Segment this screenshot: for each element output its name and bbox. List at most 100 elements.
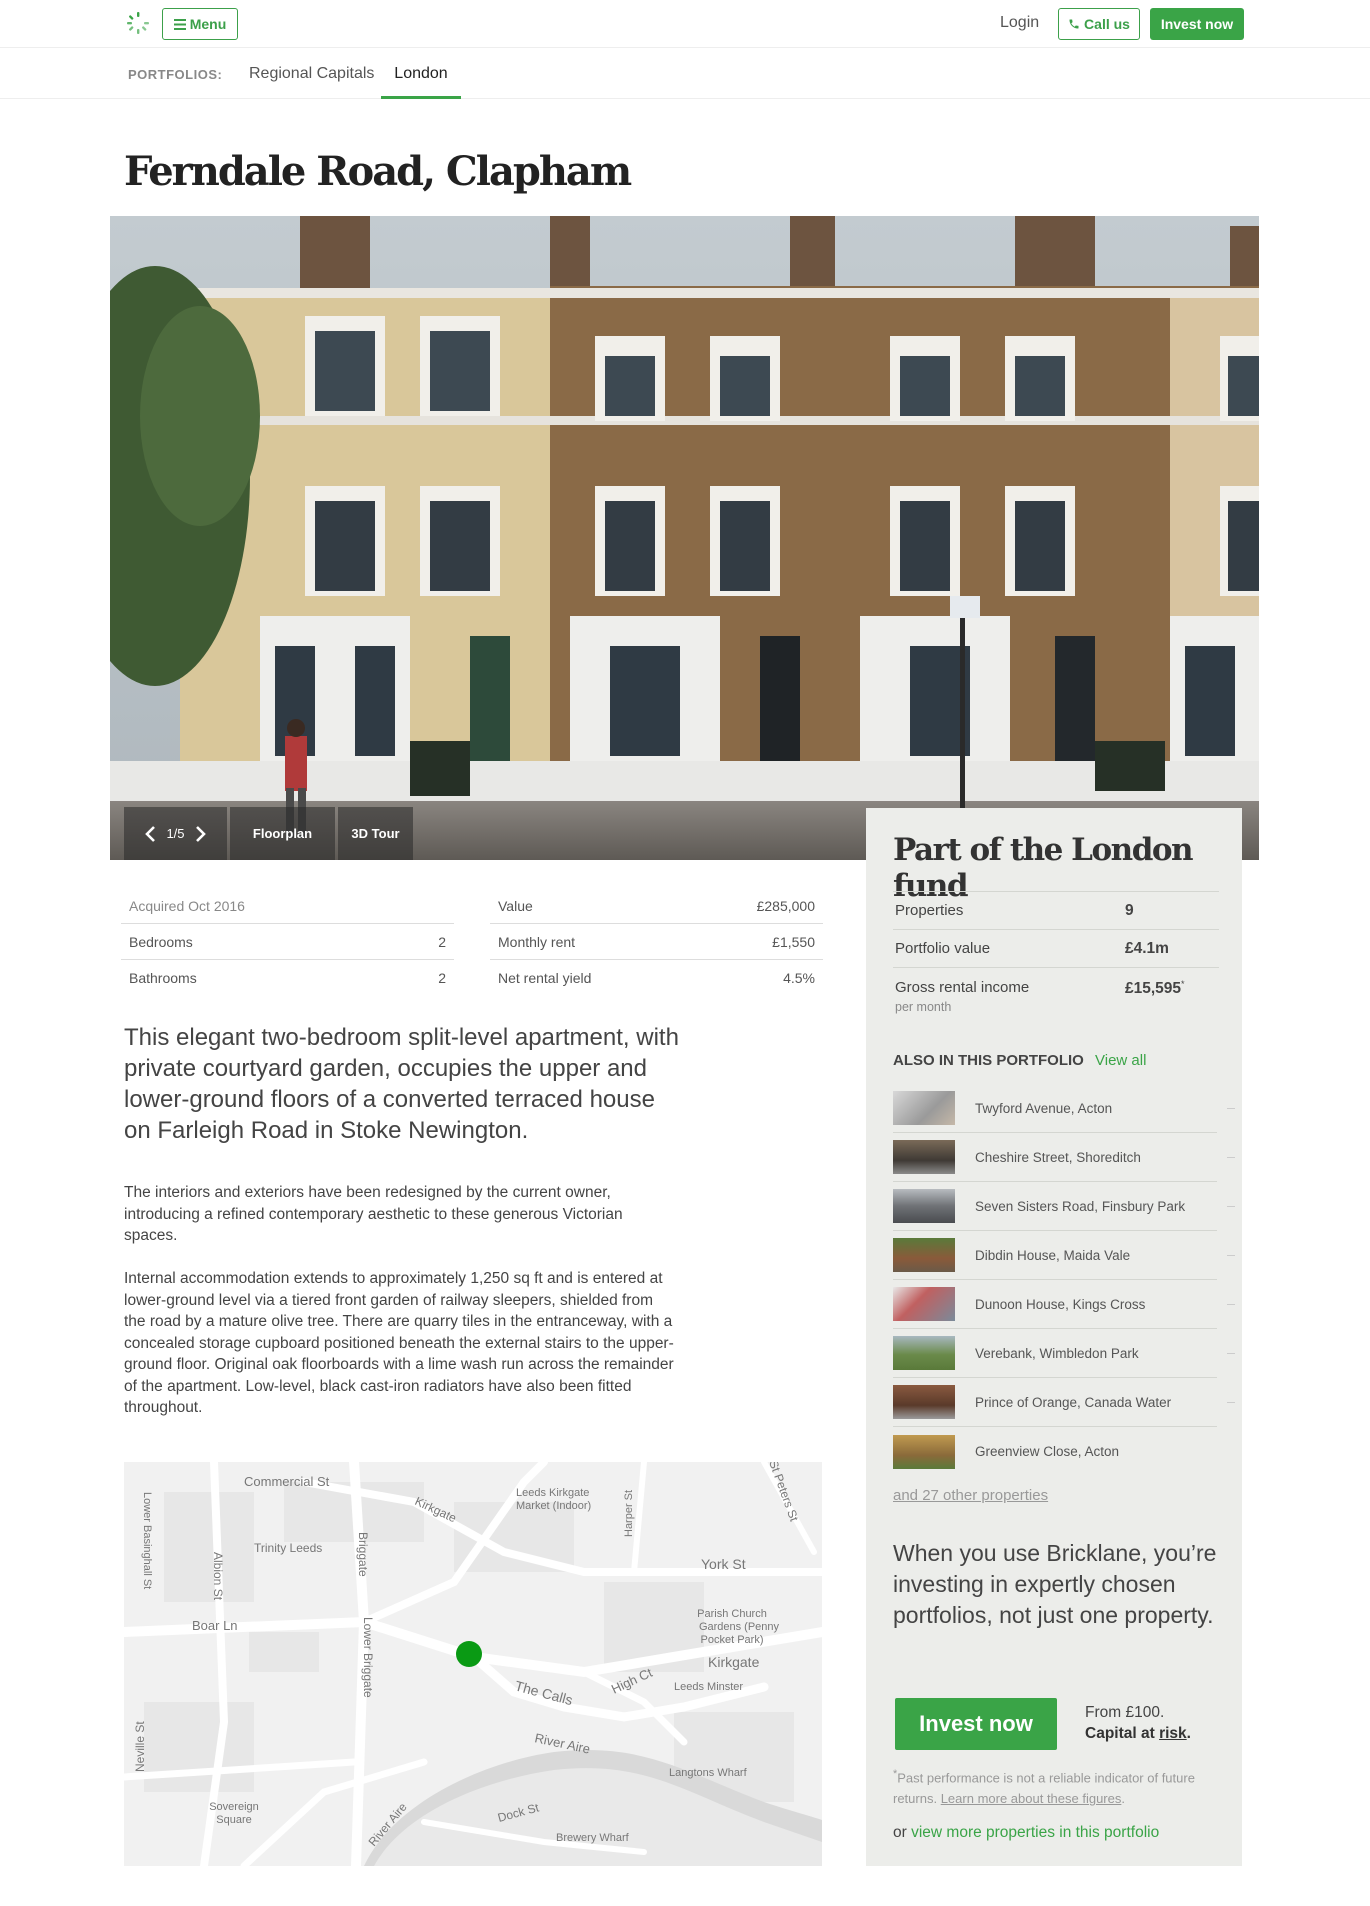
tab-london[interactable]: London xyxy=(381,65,461,99)
income-footnote-mark: * xyxy=(1181,979,1185,989)
properties-label: Properties xyxy=(895,902,964,919)
portfolio-value: £4.1m xyxy=(1125,939,1169,957)
income-sublabel: per month xyxy=(895,1000,952,1014)
svg-text:Leeds Minster: Leeds Minster xyxy=(674,1681,743,1693)
learn-more-link[interactable]: Learn more about these figures xyxy=(941,1791,1122,1806)
property-name: Verebank, Wimbledon Park xyxy=(975,1345,1139,1361)
value-label: Value xyxy=(498,897,533,914)
view-more-line: or view more properties in this portfoli… xyxy=(893,1824,1160,1841)
list-item[interactable]: Seven Sisters Road, Finsbury Park xyxy=(893,1182,1235,1231)
svg-text:Kirkgate: Kirkgate xyxy=(708,1654,760,1670)
bathrooms-label: Bathrooms xyxy=(129,970,197,986)
property-name: Greenview Close, Acton xyxy=(975,1444,1120,1459)
also-in-portfolio-heading: ALSO IN THIS PORTFOLIO xyxy=(893,1052,1084,1069)
pitch-text: When you use Bricklane, you’re investing… xyxy=(893,1540,1217,1628)
property-thumbnail xyxy=(893,1385,955,1419)
property-name: Prince of Orange, Canada Water xyxy=(975,1394,1172,1410)
list-item[interactable]: Greenview Close, Acton xyxy=(893,1427,1217,1476)
rent-label: Monthly rent xyxy=(498,933,576,950)
property-name: Dibdin House, Maida Vale xyxy=(975,1247,1131,1263)
fund-sidebar: Part of the London fund Properties 9 Port… xyxy=(866,808,1242,1866)
invest-now-button[interactable]: Invest now xyxy=(895,1698,1057,1750)
list-item[interactable]: Dibdin House, Maida Vale xyxy=(893,1231,1235,1280)
view-more-properties-link[interactable]: view more properties in this portfolio xyxy=(911,1824,1159,1841)
property-thumbnail xyxy=(893,1287,955,1321)
svg-text:Harper St: Harper St xyxy=(623,1490,635,1537)
svg-text:Langtons Wharf: Langtons Wharf xyxy=(669,1767,748,1779)
property-thumbnail xyxy=(893,1189,955,1223)
3d-tour-button[interactable]: 3D Tour xyxy=(338,807,413,860)
map-label: Commercial St xyxy=(244,1474,330,1489)
svg-text:Leeds Kirkgate: Leeds Kirkgate xyxy=(516,1487,589,1499)
risk-link[interactable]: risk xyxy=(1159,1725,1187,1742)
tab-regional-capitals[interactable]: Regional Capitals xyxy=(249,65,374,83)
gallery-controls: 1/5 Floorplan 3D Tour xyxy=(124,807,416,860)
property-thumbnail xyxy=(893,1140,955,1174)
svg-text:Trinity Leeds: Trinity Leeds xyxy=(254,1541,322,1555)
disclaimer: *Past performance is not a reliable indi… xyxy=(893,1768,1195,1807)
property-name: Cheshire Street, Shoreditch xyxy=(975,1149,1141,1165)
view-all-link[interactable]: View all xyxy=(1095,1052,1146,1069)
acquired-date: Acquired Oct 2016 xyxy=(129,897,245,914)
property-name: Dunoon House, Kings Cross xyxy=(975,1296,1146,1312)
portfolio-value-label: Portfolio value xyxy=(895,940,991,957)
svg-text:Square: Square xyxy=(216,1814,251,1826)
floorplan-button[interactable]: Floorplan xyxy=(230,807,335,860)
list-item[interactable]: Twyford Avenue, Acton xyxy=(893,1084,1235,1133)
property-lead-text: This elegant two-bedroom split-level apa… xyxy=(124,1024,679,1144)
top-navbar: Menu Login Call us Invest now xyxy=(0,0,1370,48)
property-thumbnail xyxy=(893,1238,955,1272)
gallery-counter: 1/5 xyxy=(166,826,185,841)
svg-text:York St: York St xyxy=(701,1556,746,1572)
rent-amount: £1,550 xyxy=(772,933,815,950)
list-item[interactable]: Verebank, Wimbledon Park xyxy=(893,1329,1235,1378)
location-map[interactable]: Commercial St Kirkgate Leeds Kirkgate Ma… xyxy=(124,1462,822,1866)
list-item[interactable]: Cheshire Street, Shoreditch xyxy=(893,1133,1235,1182)
bedrooms-label: Bedrooms xyxy=(129,933,193,950)
phone-icon xyxy=(1069,19,1079,29)
property-facts-left: Acquired Oct 2016 Bedrooms 2 Bathrooms 2 xyxy=(121,888,454,996)
svg-text:Albion St: Albion St xyxy=(211,1552,225,1601)
property-name: Twyford Avenue, Acton xyxy=(975,1100,1113,1116)
minimum-investment: From £100. Capital at risk. xyxy=(1085,1704,1191,1742)
capital-at-risk-text: Capital at xyxy=(1085,1725,1160,1742)
svg-text:Market (Indoor): Market (Indoor) xyxy=(516,1500,591,1512)
property-description-2: Internal accommodation extends to approx… xyxy=(124,1270,674,1416)
menu-icon xyxy=(173,18,186,30)
svg-text:Lower Basinghall St: Lower Basinghall St xyxy=(141,1492,153,1589)
property-thumbnail xyxy=(893,1091,955,1125)
menu-button[interactable]: Menu xyxy=(162,8,238,40)
portfolio-subnav: PORTFOLIOS: Regional Capitals London xyxy=(0,49,1370,99)
other-properties-link[interactable]: and 27 other properties xyxy=(893,1487,1048,1504)
yield-label: Net rental yield xyxy=(498,970,592,986)
yield-value: 4.5% xyxy=(783,970,815,986)
login-link[interactable]: Login xyxy=(1000,14,1039,32)
map-marker-icon[interactable] xyxy=(456,1641,482,1667)
from-amount: From £100. xyxy=(1085,1704,1165,1721)
bedrooms-value: 2 xyxy=(438,933,446,950)
income-label: Gross rental income xyxy=(895,979,1030,996)
list-item[interactable]: Prince of Orange, Canada Water xyxy=(893,1378,1235,1427)
svg-text:Pocket Park): Pocket Park) xyxy=(701,1634,764,1646)
property-description-1: The interiors and exteriors have been re… xyxy=(124,1184,623,1244)
svg-text:Sovereign: Sovereign xyxy=(209,1801,259,1813)
chevron-left-icon[interactable] xyxy=(144,825,156,843)
call-us-label: Call us xyxy=(1084,16,1130,32)
svg-text:Lower Briggate: Lower Briggate xyxy=(361,1617,375,1698)
value-amount: £285,000 xyxy=(756,897,815,914)
property-photo xyxy=(110,216,1259,860)
portfolios-label: PORTFOLIOS: xyxy=(128,67,223,82)
list-item[interactable]: Dunoon House, Kings Cross xyxy=(893,1280,1235,1329)
logo-icon[interactable] xyxy=(127,12,149,34)
call-us-button[interactable]: Call us xyxy=(1058,8,1140,40)
svg-text:Neville St: Neville St xyxy=(133,1721,147,1772)
property-facts-right: Value £285,000 Monthly rent £1,550 Net ren… xyxy=(490,888,823,996)
portfolio-list: Twyford Avenue, Acton Cheshire Street, S… xyxy=(893,1084,1235,1476)
menu-label: Menu xyxy=(189,16,227,32)
svg-text:Parish Church: Parish Church xyxy=(697,1608,767,1620)
invest-now-header-button[interactable]: Invest now xyxy=(1150,8,1244,40)
property-name: Seven Sisters Road, Finsbury Park xyxy=(975,1198,1186,1214)
chevron-right-icon[interactable] xyxy=(195,825,207,843)
income-value: £15,595 xyxy=(1125,980,1182,998)
property-thumbnail xyxy=(893,1336,955,1370)
